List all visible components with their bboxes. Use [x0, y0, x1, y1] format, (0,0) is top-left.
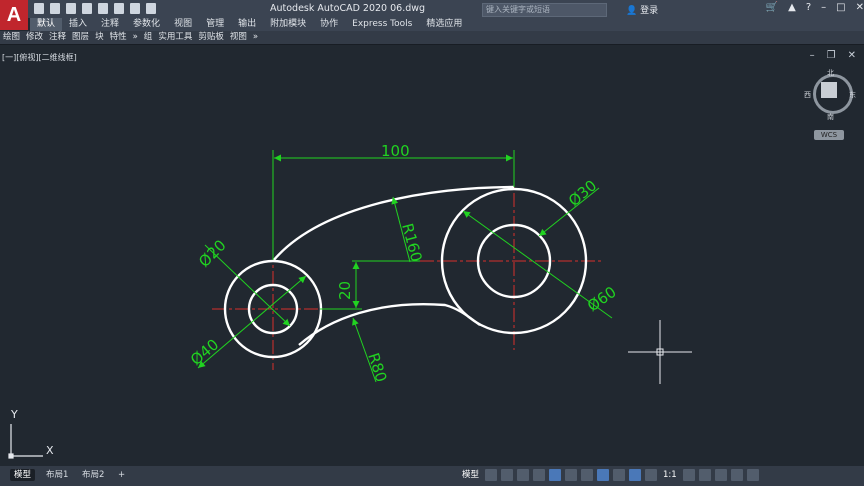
dim-text-d40: Ø40 [187, 335, 222, 369]
add-layout-button[interactable]: + [114, 469, 129, 481]
workspace-gear-icon[interactable] [682, 469, 695, 481]
add-icon[interactable] [698, 469, 711, 481]
compass-west[interactable]: 西 [804, 90, 811, 100]
compass-south[interactable]: 南 [827, 112, 834, 122]
crosshair-cursor [628, 320, 692, 384]
annotation-scale[interactable]: 1:1 [661, 469, 679, 481]
compass-north[interactable]: 北 [827, 68, 834, 78]
viewcube-top-face[interactable] [821, 82, 837, 98]
clean-screen-icon[interactable] [730, 469, 743, 481]
arc-r80 [298, 303, 481, 346]
grid-icon[interactable] [485, 469, 498, 481]
dim-text-20: 20 [336, 281, 354, 300]
object-snap-icon[interactable] [597, 469, 610, 481]
dim-text-r80: R80 [364, 351, 390, 385]
snap-icon[interactable] [501, 469, 514, 481]
ortho-icon[interactable] [533, 469, 546, 481]
customize-menu-icon[interactable] [746, 469, 759, 481]
dim-text-100: 100 [381, 142, 410, 160]
isodraft-icon[interactable] [565, 469, 578, 481]
lineweight-icon[interactable] [613, 469, 626, 481]
annotation-visibility-icon[interactable] [629, 469, 642, 481]
status-bar: 模型 1:1 [460, 469, 759, 481]
polar-tracking-icon[interactable] [549, 469, 562, 481]
auto-scale-icon[interactable] [645, 469, 658, 481]
dim-text-r160: R160 [398, 221, 425, 263]
wcs-menu-button[interactable]: WCS [814, 130, 844, 140]
infer-constraints-icon[interactable] [517, 469, 530, 481]
dim-text-d20: Ø20 [195, 236, 230, 271]
ucs-x-label: X [46, 444, 54, 457]
isolate-objects-icon[interactable] [714, 469, 727, 481]
model-space-button[interactable]: 模型 [460, 469, 481, 481]
object-snap-tracking-icon[interactable] [581, 469, 594, 481]
drawing-canvas[interactable]: 100 20 Ø20 Ø40 Ø30 Ø60 R160 R80 [0, 0, 864, 486]
dim-text-d30: Ø30 [565, 176, 600, 210]
tab-layout2[interactable]: 布局2 [78, 469, 108, 481]
compass-east[interactable]: 东 [849, 90, 856, 100]
tab-model[interactable]: 模型 [10, 469, 36, 481]
viewcube[interactable]: 北 南 东 西 WCS [804, 66, 862, 146]
tab-layout1[interactable]: 布局1 [42, 469, 72, 481]
ucs-y-label: Y [11, 408, 18, 421]
ucs-icon [8, 424, 43, 459]
